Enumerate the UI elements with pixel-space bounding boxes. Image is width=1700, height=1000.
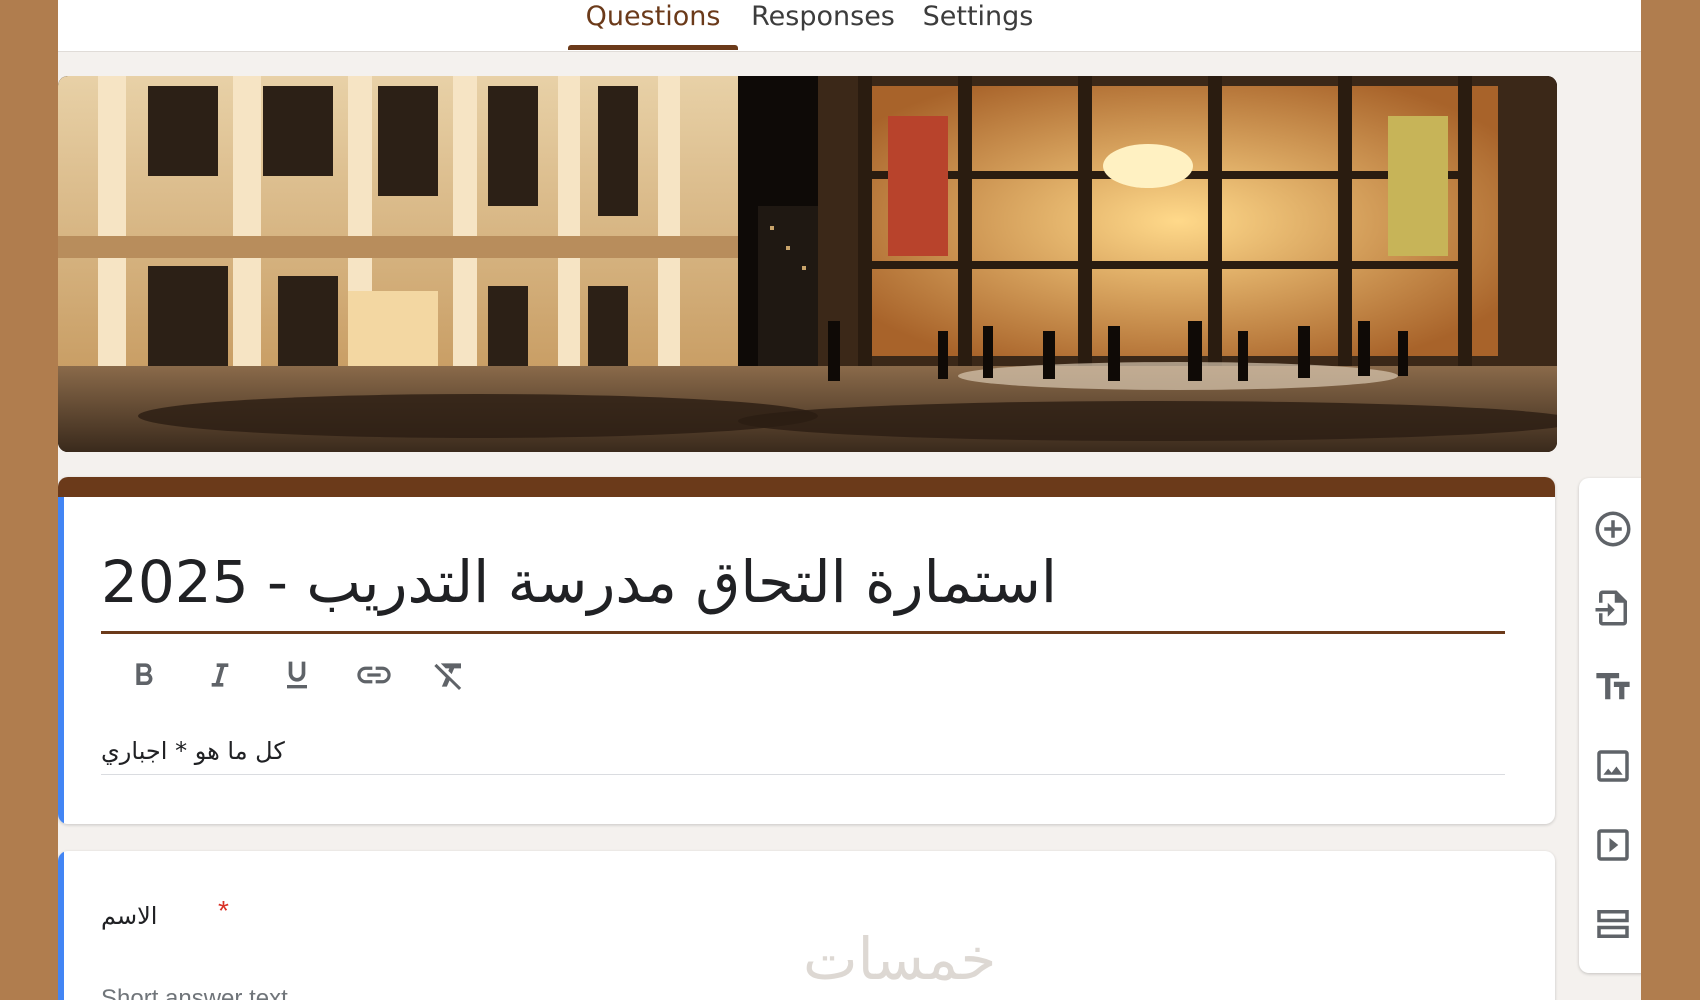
bold-button[interactable]: [120, 652, 166, 698]
link-button[interactable]: [351, 652, 397, 698]
tab-responses[interactable]: Responses: [748, 0, 898, 50]
add-section-button[interactable]: [1588, 899, 1638, 949]
form-description[interactable]: كل ما هو * اجباري: [101, 737, 285, 765]
tab-settings[interactable]: Settings: [913, 0, 1043, 50]
tab-bar: Questions Responses Settings: [58, 0, 1641, 52]
focus-indicator: [58, 497, 64, 824]
link-icon: [357, 666, 391, 684]
forms-editor: Questions Responses Settings استمارة الت…: [58, 0, 1641, 1000]
text-title-icon: [1596, 673, 1630, 700]
title-field-underline: [101, 631, 1505, 634]
description-field-underline: [101, 774, 1505, 775]
short-answer-placeholder: Short answer text: [101, 985, 288, 1000]
watermark-logo: خمسات: [803, 925, 997, 993]
underline-icon: [287, 661, 307, 689]
import-questions-button[interactable]: [1588, 583, 1638, 633]
required-asterisk: *: [218, 895, 229, 926]
add-circle-icon: [1595, 511, 1631, 547]
tab-questions[interactable]: Questions: [568, 0, 738, 50]
clear-format-icon: [434, 663, 462, 690]
bold-icon: [136, 663, 153, 685]
question-title[interactable]: الاسم: [101, 902, 157, 930]
section-icon: [1597, 910, 1629, 938]
italic-icon: [211, 663, 229, 687]
active-tab-indicator: [568, 45, 738, 50]
form-title[interactable]: استمارة التحاق مدرسة التدريب - 2025: [101, 548, 1057, 616]
add-question-button[interactable]: [1588, 504, 1638, 554]
image-icon: [1597, 750, 1629, 782]
form-header-card: [58, 477, 1555, 824]
clear-format-button[interactable]: [428, 652, 474, 698]
question-focus-indicator: [58, 851, 64, 1000]
theme-accent-bar: [58, 477, 1555, 497]
add-image-button[interactable]: [1588, 741, 1638, 791]
header-photo: [58, 76, 1557, 452]
add-title-button[interactable]: [1588, 662, 1638, 712]
header-image: [58, 76, 1557, 452]
add-video-button[interactable]: [1588, 820, 1638, 870]
italic-button[interactable]: [197, 652, 243, 698]
import-icon: [1595, 590, 1627, 626]
underline-button[interactable]: [274, 652, 320, 698]
video-icon: [1597, 829, 1629, 861]
